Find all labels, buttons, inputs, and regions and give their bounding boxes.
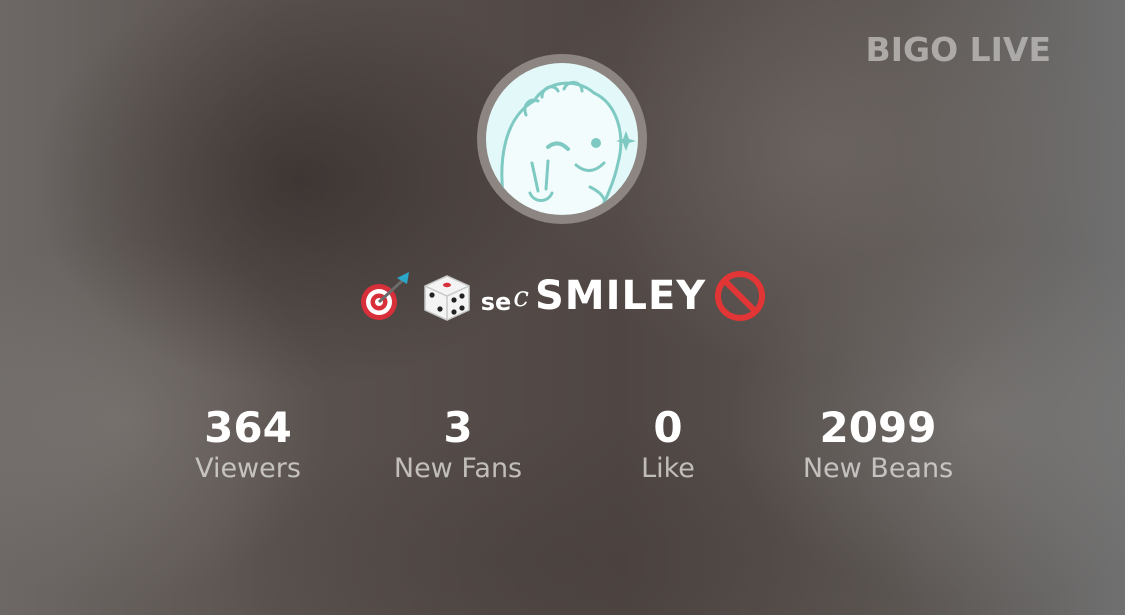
stat-value: 364	[204, 403, 292, 452]
stat-value: 2099	[819, 403, 937, 452]
bigo-live-logo: BIGO LIVE	[865, 30, 1051, 69]
stat-new-beans: 2099 New Beans	[768, 402, 988, 484]
prohibited-icon	[712, 268, 768, 324]
name-prefix-text: se	[480, 288, 512, 316]
dice-icon	[419, 268, 475, 324]
stat-value: 0	[653, 403, 683, 452]
streamer-name: se c SMILEY	[0, 268, 1125, 324]
name-main-text: SMILEY	[534, 273, 707, 319]
stream-stats: 364 Viewers 3 New Fans 0 Like 2099 New B…	[0, 402, 1125, 492]
avatar[interactable]	[477, 54, 647, 224]
dino-mascot-avatar-icon	[486, 63, 638, 215]
stat-new-fans: 3 New Fans	[348, 402, 568, 484]
stat-viewers: 364 Viewers	[138, 402, 358, 484]
stat-value: 3	[443, 403, 473, 452]
stat-like: 0 Like	[558, 402, 778, 484]
stat-label: New Beans	[802, 453, 954, 484]
stat-label: Viewers	[195, 453, 301, 484]
stat-label: Like	[641, 453, 695, 484]
stat-label: New Fans	[393, 453, 523, 484]
target-dart-icon	[357, 268, 413, 324]
name-script-letter: c	[513, 279, 529, 313]
